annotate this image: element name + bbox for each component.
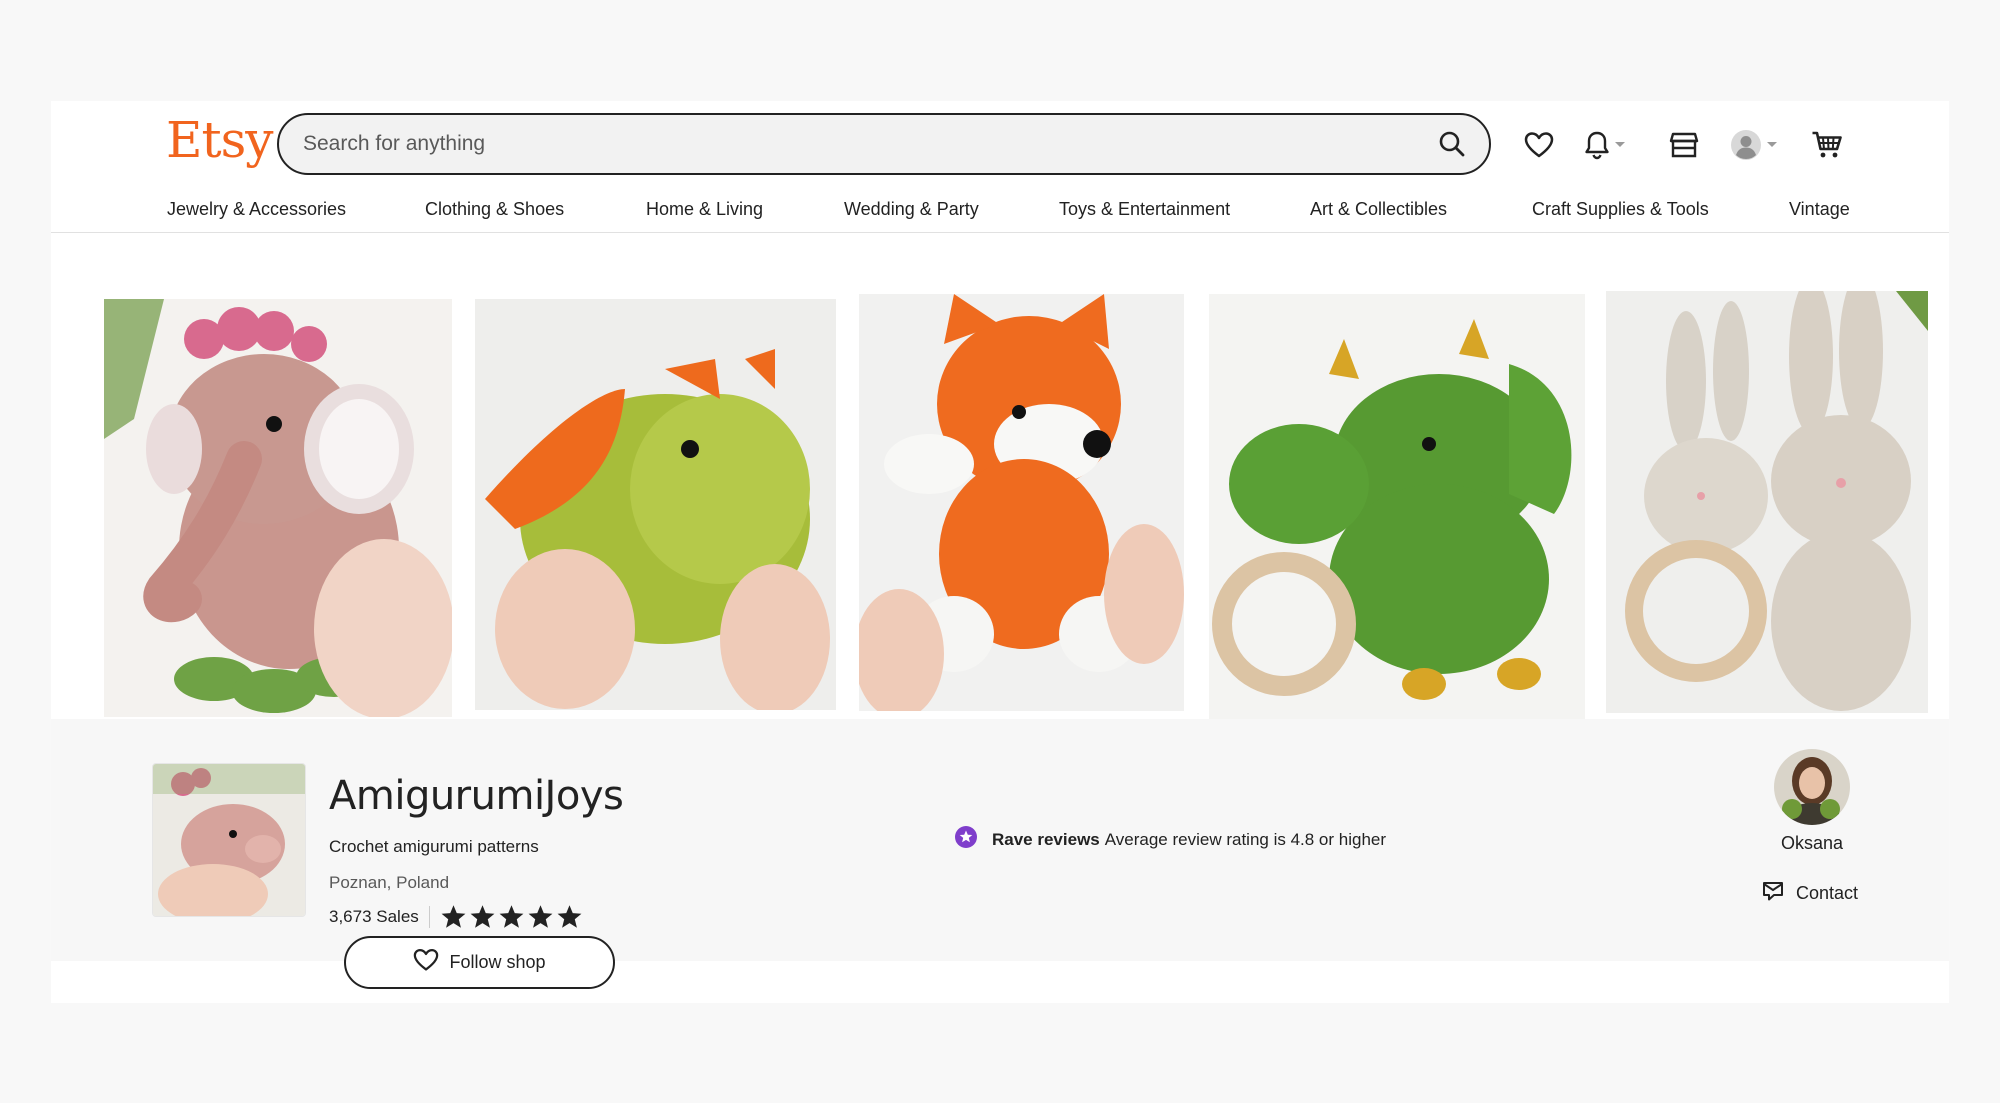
divider xyxy=(428,906,430,928)
search-input[interactable] xyxy=(303,132,1437,156)
search-bar[interactable] xyxy=(277,113,1491,175)
star-icon xyxy=(528,905,553,928)
star-icon xyxy=(470,905,495,928)
follow-shop-button[interactable]: Follow shop xyxy=(344,936,615,989)
owner-name[interactable]: Oksana xyxy=(1762,833,1862,854)
heart-icon xyxy=(413,948,439,977)
cart-icon[interactable] xyxy=(1811,123,1843,167)
contact-button[interactable]: Contact xyxy=(1762,881,1858,906)
page-frame: Etsy Jewelry & Accessories Clothing & Sh… xyxy=(51,101,1949,1003)
star-icon xyxy=(441,905,466,928)
nav-home-living[interactable]: Home & Living xyxy=(646,199,763,220)
search-icon[interactable] xyxy=(1437,129,1467,159)
rave-reviews-badge: Rave reviews Average review rating is 4.… xyxy=(954,825,1386,854)
chevron-down-icon xyxy=(1766,136,1778,154)
banner-image-elephant[interactable] xyxy=(104,299,452,717)
nav-wedding-party[interactable]: Wedding & Party xyxy=(844,199,979,220)
mail-icon xyxy=(1762,881,1784,906)
banner-image-fox[interactable] xyxy=(859,294,1184,711)
nav-craft-supplies-tools[interactable]: Craft Supplies & Tools xyxy=(1532,199,1709,220)
notifications-bell-icon[interactable] xyxy=(1584,123,1626,167)
nav-art-collectibles[interactable]: Art & Collectibles xyxy=(1310,199,1447,220)
shop-manager-store-icon[interactable] xyxy=(1669,123,1699,167)
shop-sales-rating: 3,673 Sales xyxy=(329,904,583,930)
banner-image-dinosaurs[interactable] xyxy=(1209,294,1585,719)
nav-vintage[interactable]: Vintage xyxy=(1789,199,1850,220)
star-badge-icon xyxy=(954,825,978,854)
header-divider xyxy=(51,232,1949,233)
contact-label: Contact xyxy=(1796,883,1859,903)
category-nav: Jewelry & Accessories Clothing & Shoes H… xyxy=(51,193,1949,233)
owner-avatar[interactable] xyxy=(1774,749,1850,825)
star-icon xyxy=(557,905,582,928)
shop-location: Poznan, Poland xyxy=(329,873,450,892)
favorites-heart-icon[interactable] xyxy=(1524,123,1554,167)
nav-jewelry-accessories[interactable]: Jewelry & Accessories xyxy=(167,199,346,220)
shop-name: AmigurumiJoys xyxy=(329,773,624,819)
shop-tagline: Crochet amigurumi patterns xyxy=(329,837,539,856)
chevron-down-icon xyxy=(1614,136,1626,154)
banner-image-dragon[interactable] xyxy=(475,299,836,710)
rave-reviews-description: Average review rating is 4.8 or higher xyxy=(1104,829,1387,849)
shop-sales-count: 3,673 Sales xyxy=(329,907,419,926)
etsy-logo[interactable]: Etsy xyxy=(166,111,273,169)
star-rating[interactable] xyxy=(440,904,583,930)
account-avatar-icon[interactable] xyxy=(1730,123,1778,167)
nav-clothing-shoes[interactable]: Clothing & Shoes xyxy=(425,199,564,220)
shop-icon-image[interactable] xyxy=(152,763,306,917)
nav-toys-entertainment[interactable]: Toys & Entertainment xyxy=(1059,199,1230,220)
banner-image-bunnies[interactable] xyxy=(1606,291,1928,713)
star-icon xyxy=(499,905,524,928)
rave-reviews-title: Rave reviews xyxy=(992,829,1100,849)
follow-shop-label: Follow shop xyxy=(449,952,546,972)
